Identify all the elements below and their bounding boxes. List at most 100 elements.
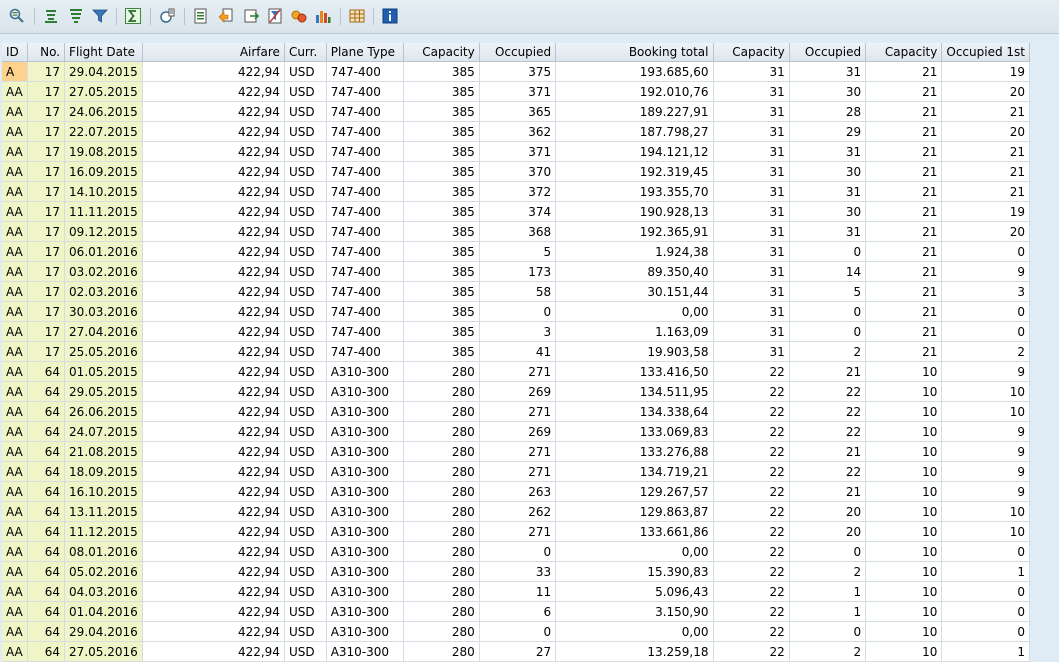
cell-occupied[interactable]: 27 (479, 641, 557, 662)
cell-flight-date[interactable]: 22.07.2015 (64, 121, 143, 142)
cell-capacity-first[interactable]: 10 (865, 621, 943, 642)
table-row[interactable]: AA 17 09.12.2015 422,94 USD 747-400 385 368 192.… (2, 221, 1030, 242)
cell-flight-date[interactable]: 27.05.2015 (64, 81, 143, 102)
cell-occupied-business[interactable]: 1 (789, 581, 867, 602)
cell-booking-total[interactable]: 5.096,43 (555, 581, 714, 602)
cell-capacity-business[interactable]: 31 (713, 121, 790, 142)
subtotal-icon[interactable] (158, 7, 176, 25)
cell-currency[interactable]: USD (284, 201, 327, 222)
cell-capacity-first[interactable]: 21 (865, 301, 943, 322)
cell-no[interactable]: 17 (27, 101, 66, 122)
table-row[interactable]: AA 64 01.05.2015 422,94 USD A310-300 280 271 133… (2, 361, 1030, 382)
table-row[interactable]: AA 17 27.05.2015 422,94 USD 747-400 385 371 192.… (2, 81, 1030, 102)
column-header-currency[interactable]: Curr. (284, 43, 327, 62)
cell-capacity-first[interactable]: 21 (865, 81, 943, 102)
cell-currency[interactable]: USD (284, 581, 327, 602)
cell-occupied-first[interactable]: 9 (941, 461, 1030, 482)
cell-capacity-business[interactable]: 31 (713, 141, 790, 162)
cell-occupied-first[interactable]: 10 (941, 381, 1030, 402)
details-icon[interactable] (8, 7, 26, 25)
cell-occupied-business[interactable]: 21 (789, 481, 867, 502)
export-spreadsheet-icon[interactable] (192, 7, 210, 25)
cell-occupied-business[interactable]: 0 (789, 321, 867, 342)
cell-id[interactable]: AA (2, 401, 29, 422)
table-row[interactable]: AA 17 30.03.2016 422,94 USD 747-400 385 0 0,00 31… (2, 301, 1030, 322)
cell-airfare[interactable]: 422,94 (142, 261, 285, 282)
cell-occupied-business[interactable]: 29 (789, 121, 867, 142)
cell-occupied-first[interactable]: 21 (941, 101, 1030, 122)
cell-no[interactable]: 64 (27, 481, 66, 502)
cell-capacity-business[interactable]: 31 (713, 81, 790, 102)
column-header-id[interactable]: ID (2, 43, 29, 62)
cell-plane-type[interactable]: A310-300 (326, 501, 404, 522)
cell-capacity-business[interactable]: 22 (713, 401, 790, 422)
change-layout-icon[interactable] (217, 7, 235, 25)
table-row[interactable]: AA 17 16.09.2015 422,94 USD 747-400 385 370 192.… (2, 161, 1030, 182)
cell-capacity[interactable]: 280 (403, 621, 480, 642)
cell-occupied[interactable]: 262 (479, 501, 557, 522)
cell-no[interactable]: 64 (27, 381, 66, 402)
cell-capacity-business[interactable]: 31 (713, 101, 790, 122)
cell-no[interactable]: 64 (27, 361, 66, 382)
cell-occupied-business[interactable]: 22 (789, 461, 867, 482)
cell-capacity-first[interactable]: 10 (865, 541, 943, 562)
cell-capacity[interactable]: 385 (403, 141, 480, 162)
cell-id[interactable]: AA (2, 541, 29, 562)
cell-capacity-business[interactable]: 22 (713, 621, 790, 642)
cell-flight-date[interactable]: 08.01.2016 (64, 541, 143, 562)
cell-occupied-first[interactable]: 3 (941, 281, 1030, 302)
cell-capacity-business[interactable]: 31 (713, 261, 790, 282)
cell-airfare[interactable]: 422,94 (142, 281, 285, 302)
cell-occupied-business[interactable]: 0 (789, 241, 867, 262)
cell-capacity[interactable]: 385 (403, 201, 480, 222)
cell-currency[interactable]: USD (284, 461, 327, 482)
cell-occupied-first[interactable]: 0 (941, 601, 1030, 622)
cell-capacity-first[interactable]: 21 (865, 61, 943, 82)
cell-booking-total[interactable]: 13.259,18 (555, 641, 714, 662)
cell-flight-date[interactable]: 04.03.2016 (64, 581, 143, 602)
cell-no[interactable]: 17 (27, 161, 66, 182)
cell-plane-type[interactable]: 747-400 (326, 281, 404, 302)
cell-capacity-first[interactable]: 10 (865, 361, 943, 382)
cell-id[interactable]: AA (2, 501, 29, 522)
cell-id[interactable]: AA (2, 441, 29, 462)
cell-id[interactable]: AA (2, 141, 29, 162)
cell-occupied-business[interactable]: 2 (789, 561, 867, 582)
delete-filter-icon[interactable] (266, 7, 284, 25)
cell-no[interactable]: 64 (27, 581, 66, 602)
cell-plane-type[interactable]: 747-400 (326, 301, 404, 322)
sort-descending-icon[interactable] (67, 7, 85, 25)
cell-booking-total[interactable]: 0,00 (555, 621, 714, 642)
cell-occupied[interactable]: 11 (479, 581, 557, 602)
cell-occupied-business[interactable]: 21 (789, 361, 867, 382)
cell-capacity-first[interactable]: 21 (865, 101, 943, 122)
cell-airfare[interactable]: 422,94 (142, 201, 285, 222)
cell-occupied-first[interactable]: 10 (941, 401, 1030, 422)
cell-airfare[interactable]: 422,94 (142, 621, 285, 642)
cell-occupied-business[interactable]: 5 (789, 281, 867, 302)
table-row[interactable]: AA 64 11.12.2015 422,94 USD A310-300 280 271 133… (2, 521, 1030, 542)
cell-flight-date[interactable]: 26.06.2015 (64, 401, 143, 422)
cell-capacity-first[interactable]: 21 (865, 241, 943, 262)
cell-no[interactable]: 17 (27, 201, 66, 222)
cell-capacity[interactable]: 385 (403, 341, 480, 362)
cell-capacity-first[interactable]: 10 (865, 581, 943, 602)
cell-id[interactable]: A (2, 61, 29, 82)
cell-capacity-first[interactable]: 21 (865, 201, 943, 222)
cell-no[interactable]: 64 (27, 401, 66, 422)
cell-currency[interactable]: USD (284, 321, 327, 342)
cell-airfare[interactable]: 422,94 (142, 81, 285, 102)
cell-currency[interactable]: USD (284, 101, 327, 122)
graphic-icon[interactable] (314, 7, 332, 25)
cell-occupied-first[interactable]: 0 (941, 241, 1030, 262)
cell-booking-total[interactable]: 189.227,91 (555, 101, 714, 122)
cell-flight-date[interactable]: 02.03.2016 (64, 281, 143, 302)
cell-flight-date[interactable]: 03.02.2016 (64, 261, 143, 282)
cell-capacity-business[interactable]: 31 (713, 341, 790, 362)
cell-occupied-business[interactable]: 30 (789, 161, 867, 182)
cell-occupied-business[interactable]: 30 (789, 81, 867, 102)
cell-occupied-first[interactable]: 10 (941, 501, 1030, 522)
column-header-plane-type[interactable]: Plane Type (326, 43, 404, 62)
cell-id[interactable]: AA (2, 181, 29, 202)
cell-capacity-business[interactable]: 22 (713, 501, 790, 522)
